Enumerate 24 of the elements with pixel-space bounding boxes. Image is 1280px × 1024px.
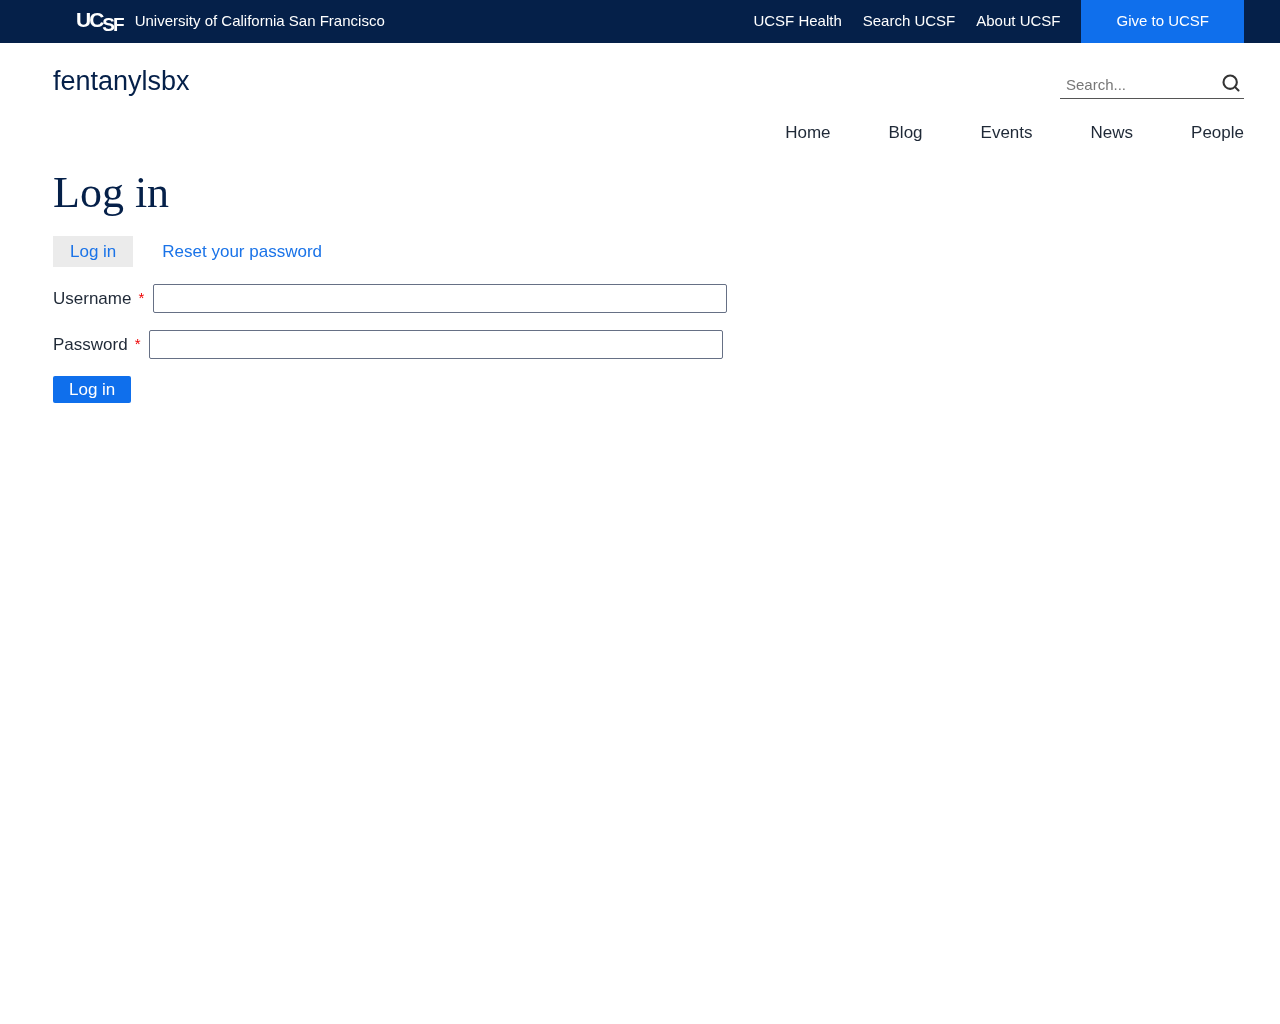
nav-link[interactable]: Blog xyxy=(888,119,923,145)
nav-link[interactable]: Home xyxy=(785,119,831,145)
required-mark: * xyxy=(138,288,145,309)
give-button[interactable]: Give to UCSF xyxy=(1081,0,1244,43)
search-field[interactable]: Search... xyxy=(1060,71,1244,99)
login-button[interactable]: Log in xyxy=(53,376,132,403)
top-link[interactable]: Search UCSF xyxy=(862,10,956,33)
ucsf-logo[interactable]: UCSF xyxy=(76,9,123,34)
required-mark: * xyxy=(134,334,141,355)
search-icon[interactable] xyxy=(1221,73,1241,93)
top-link[interactable]: About UCSF xyxy=(976,10,1061,33)
field-label: Password xyxy=(53,333,128,356)
site-name[interactable]: fentanylsbx xyxy=(53,61,190,102)
nav-link[interactable]: News xyxy=(1090,119,1134,145)
page-title: Log in xyxy=(53,167,171,219)
nav-link[interactable]: People xyxy=(1191,119,1244,145)
university-name[interactable]: University of California San Francisco xyxy=(134,10,385,33)
field-label: Username xyxy=(53,287,132,310)
top-link[interactable]: UCSF Health xyxy=(753,10,842,33)
tab[interactable]: Reset your password xyxy=(145,236,339,267)
nav-link[interactable]: Events xyxy=(980,119,1033,145)
input-field[interactable] xyxy=(153,284,728,313)
tab[interactable]: Log in xyxy=(53,236,134,267)
input-field[interactable] xyxy=(149,330,724,359)
